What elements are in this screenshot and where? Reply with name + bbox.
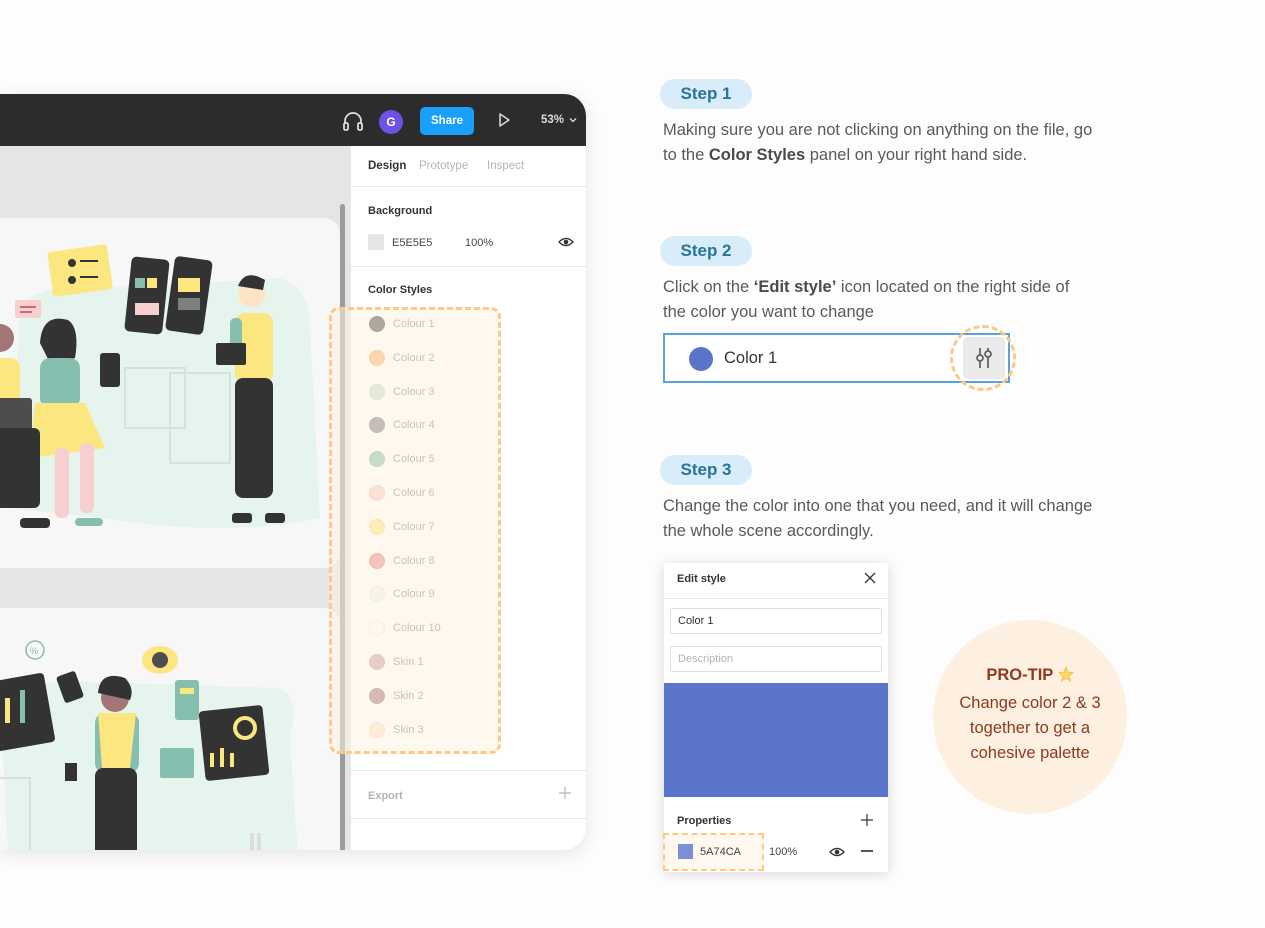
plus-icon[interactable] bbox=[861, 814, 873, 826]
color-styles-highlight bbox=[329, 307, 501, 754]
star-icon bbox=[1057, 666, 1074, 682]
sliders-icon[interactable] bbox=[974, 346, 994, 370]
illustration-frame-analytics[interactable]: % bbox=[0, 608, 340, 850]
style-name-input[interactable]: Color 1 bbox=[670, 608, 882, 634]
user-avatar[interactable]: G bbox=[379, 110, 403, 134]
fill-hex-value[interactable]: 5A74CA bbox=[700, 846, 741, 858]
properties-title: Properties bbox=[677, 815, 732, 827]
tab-inspect[interactable]: Inspect bbox=[487, 160, 524, 172]
analytics-illustration: % bbox=[0, 640, 298, 850]
dialog-divider bbox=[664, 598, 888, 599]
color-1-swatch bbox=[689, 347, 713, 371]
zoom-level[interactable]: 53% bbox=[541, 114, 564, 126]
background-color-swatch[interactable] bbox=[368, 234, 384, 250]
eye-icon[interactable] bbox=[558, 236, 574, 248]
color-1-name: Color 1 bbox=[724, 349, 778, 367]
play-icon[interactable] bbox=[496, 112, 512, 128]
panel-divider bbox=[351, 818, 586, 819]
panel-divider bbox=[351, 266, 586, 267]
svg-text:%: % bbox=[30, 646, 38, 656]
design-canvas[interactable]: % bbox=[0, 146, 350, 850]
tab-prototype[interactable]: Prototype bbox=[419, 160, 468, 172]
color-styles-title: Color Styles bbox=[368, 284, 433, 296]
step-3-label: Step 3 bbox=[660, 455, 752, 485]
style-color-preview bbox=[664, 683, 888, 797]
step-2-label: Step 2 bbox=[660, 236, 752, 266]
export-section-title: Export bbox=[368, 790, 403, 802]
background-opacity[interactable]: 100% bbox=[465, 237, 493, 249]
step-3-text: Change the color into one that you need,… bbox=[663, 497, 1093, 540]
figma-toolbar: G Share 53% bbox=[0, 94, 586, 146]
background-hex[interactable]: E5E5E5 bbox=[392, 237, 432, 249]
headphones-icon[interactable] bbox=[342, 110, 364, 132]
plus-icon[interactable] bbox=[558, 786, 572, 800]
step-2-text: Click on the ‘Edit style’ icon located o… bbox=[663, 278, 1070, 321]
minus-icon[interactable] bbox=[861, 850, 873, 852]
panel-divider bbox=[351, 770, 586, 771]
panel-divider bbox=[351, 186, 586, 187]
background-section-title: Background bbox=[368, 205, 433, 217]
team-illustration bbox=[0, 244, 320, 528]
edit-style-dialog: Edit style Color 1 Description Propertie… bbox=[664, 563, 888, 872]
close-icon[interactable] bbox=[864, 572, 876, 584]
fill-color-swatch[interactable] bbox=[678, 844, 693, 859]
step-1-text: Making sure you are not clicking on anyt… bbox=[663, 121, 1093, 164]
pro-tip-bubble: PRO-TIP Change color 2 & 3 together to g… bbox=[933, 620, 1127, 814]
edit-style-title: Edit style bbox=[677, 573, 726, 585]
illustration-frame-team[interactable] bbox=[0, 218, 340, 568]
tab-design[interactable]: Design bbox=[368, 160, 406, 172]
eye-icon[interactable] bbox=[829, 846, 845, 858]
step-1-label: Step 1 bbox=[660, 79, 752, 109]
pro-tip-title: PRO-TIP bbox=[933, 666, 1127, 685]
share-button[interactable]: Share bbox=[420, 107, 474, 135]
chevron-down-icon[interactable] bbox=[569, 116, 577, 124]
pro-tip-text: Change color 2 & 3 together to get a coh… bbox=[959, 694, 1101, 762]
style-description-input[interactable]: Description bbox=[670, 646, 882, 672]
fill-opacity[interactable]: 100% bbox=[769, 846, 797, 858]
